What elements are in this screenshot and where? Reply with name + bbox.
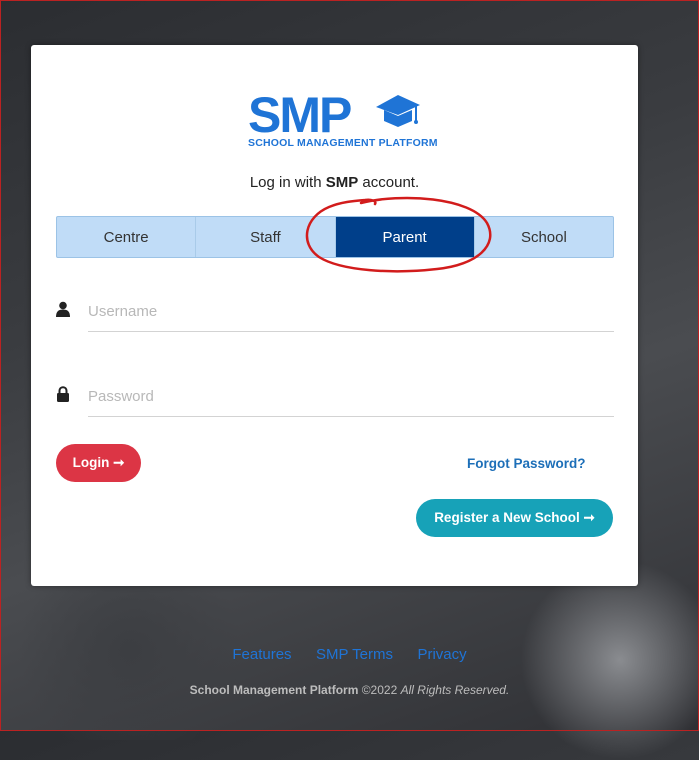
lock-icon	[57, 386, 69, 402]
username-field	[56, 291, 614, 333]
copyright: School Management Platform ©2022 All Rig…	[0, 683, 699, 697]
logo-subtitle: SCHOOL MANAGEMENT PLATFORM	[248, 137, 438, 149]
forgot-password-link[interactable]: Forgot Password?	[467, 456, 586, 471]
graduation-cap-icon	[376, 95, 420, 127]
tab-centre[interactable]: Centre	[57, 217, 197, 257]
password-input[interactable]	[88, 376, 614, 417]
copyright-rights: All Rights Reserved.	[400, 683, 510, 697]
login-prompt-suffix: account.	[362, 174, 420, 191]
register-school-button[interactable]: Register a New School ➞	[416, 499, 613, 537]
user-icon	[56, 301, 70, 317]
smp-logo: SMP SCHOOL MANAGEMENT PLATFORM	[248, 87, 438, 151]
footer-links: Features SMP Terms Privacy	[0, 646, 699, 664]
tab-school[interactable]: School	[475, 217, 613, 257]
account-type-tabs: Centre Staff Parent School	[56, 216, 614, 258]
login-prompt: Log in with SMP account.	[31, 174, 638, 191]
login-prompt-brand: SMP	[325, 174, 359, 191]
username-input[interactable]	[88, 291, 614, 332]
login-prompt-prefix: Log in with	[249, 174, 322, 191]
login-button[interactable]: Login ➞	[56, 444, 141, 482]
footer-link-terms[interactable]: SMP Terms	[316, 646, 393, 663]
footer-link-privacy[interactable]: Privacy	[417, 646, 466, 663]
copyright-name: School Management Platform	[189, 683, 359, 697]
tab-staff[interactable]: Staff	[196, 217, 336, 257]
footer-link-features[interactable]: Features	[232, 646, 291, 663]
login-card: SMP SCHOOL MANAGEMENT PLATFORM Log in wi…	[31, 45, 638, 586]
tab-parent[interactable]: Parent	[335, 217, 475, 257]
password-field	[56, 376, 614, 418]
copyright-year: ©2022	[361, 683, 398, 697]
logo-text: SMP	[248, 87, 352, 143]
